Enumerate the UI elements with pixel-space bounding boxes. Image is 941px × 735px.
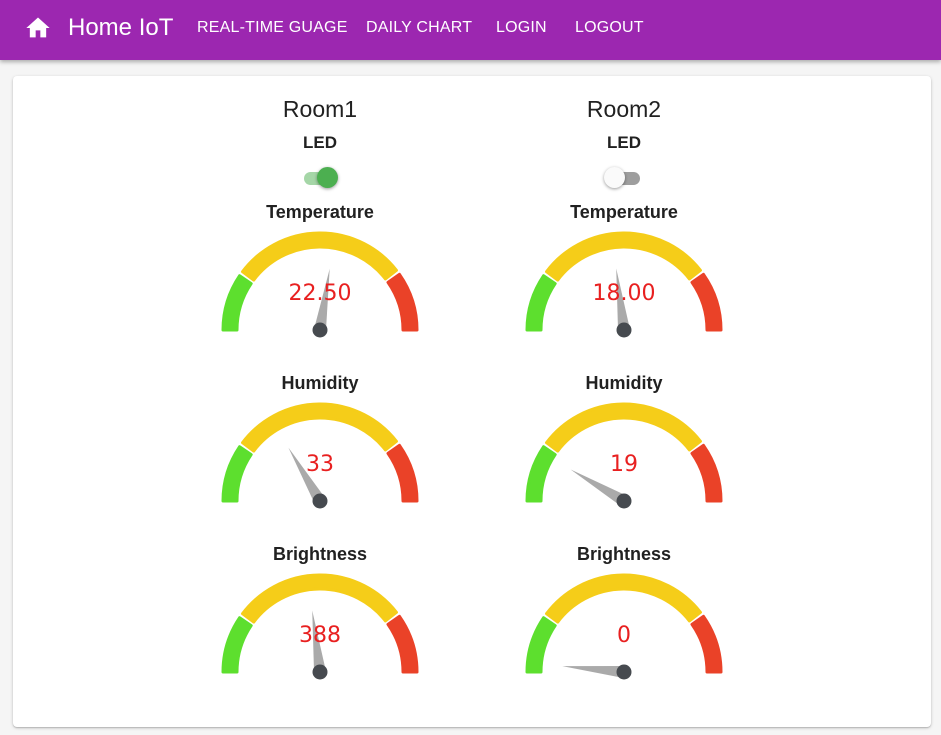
temperature-gauge: 22.50 <box>221 231 419 338</box>
temperature-label: Temperature <box>570 202 678 222</box>
gauge-arc-low <box>221 274 253 332</box>
gauge-needle-hub <box>312 664 328 680</box>
temperature-gauge: 18.00 <box>525 231 723 338</box>
gauge-needle <box>562 666 625 678</box>
gauge-arc-low <box>221 445 253 503</box>
humidity-gauge: 33 <box>221 402 419 509</box>
gauge-needle-hub <box>616 493 632 509</box>
toggle-thumb <box>317 167 338 188</box>
gauge-arc-high <box>386 614 419 674</box>
gauge-value-text: 33 <box>306 452 334 477</box>
temperature-label: Temperature <box>266 202 374 222</box>
app-bar: Home IoT REAL-TIME GUAGE DAILY CHART LOG… <box>0 0 941 60</box>
humidity-label: Humidity <box>585 373 663 393</box>
room-title: Room1 <box>282 96 358 122</box>
gauge-card: Room1 LED Temperature 22.50 Humidity 33 … <box>13 76 931 727</box>
gauge-value-text: 388 <box>299 623 341 648</box>
brightness-gauge: 0 <box>525 573 723 680</box>
brightness-label: Brightness <box>576 544 672 564</box>
led-toggle[interactable] <box>604 166 644 190</box>
gauge-arc-low <box>525 445 557 503</box>
nav-logout[interactable]: LOGOUT <box>575 18 644 38</box>
home-icon[interactable] <box>23 14 53 42</box>
gauge-arc-high <box>690 272 723 332</box>
nav-realtime-gauge[interactable]: REAL-TIME GUAGE <box>197 18 348 38</box>
gauge-arc-mid <box>241 573 398 624</box>
room-title: Room2 <box>586 96 662 122</box>
toggle-thumb <box>604 167 625 188</box>
led-label: LED <box>607 133 641 152</box>
led-toggle[interactable] <box>300 166 340 190</box>
gauge-arc-low <box>221 616 253 674</box>
gauge-needle-hub <box>616 322 632 338</box>
gauge-arc-low <box>525 616 557 674</box>
brightness-label: Brightness <box>272 544 368 564</box>
app-title[interactable]: Home IoT <box>68 14 173 42</box>
nav-daily-chart[interactable]: DAILY CHART <box>366 18 472 38</box>
gauge-arc-mid <box>545 573 702 624</box>
gauge-arc-low <box>525 274 557 332</box>
gauge-arc-high <box>386 443 419 503</box>
gauge-arc-mid <box>241 231 398 282</box>
gauge-value-text: 22.50 <box>289 281 352 306</box>
nav-login[interactable]: LOGIN <box>496 18 547 38</box>
gauge-needle-hub <box>616 664 632 680</box>
brightness-gauge: 388 <box>221 573 419 680</box>
gauge-arc-mid <box>241 402 398 453</box>
gauge-arc-mid <box>545 231 702 282</box>
gauge-value-text: 19 <box>610 452 638 477</box>
humidity-gauge: 19 <box>525 402 723 509</box>
gauge-arc-mid <box>545 402 702 453</box>
gauge-arc-high <box>386 272 419 332</box>
gauge-needle-hub <box>312 493 328 509</box>
gauge-value-text: 0 <box>617 623 631 648</box>
led-label: LED <box>303 133 337 152</box>
gauge-needle-hub <box>312 322 328 338</box>
gauge-arc-high <box>690 443 723 503</box>
gauge-value-text: 18.00 <box>593 281 656 306</box>
gauge-arc-high <box>690 614 723 674</box>
humidity-label: Humidity <box>281 373 359 393</box>
